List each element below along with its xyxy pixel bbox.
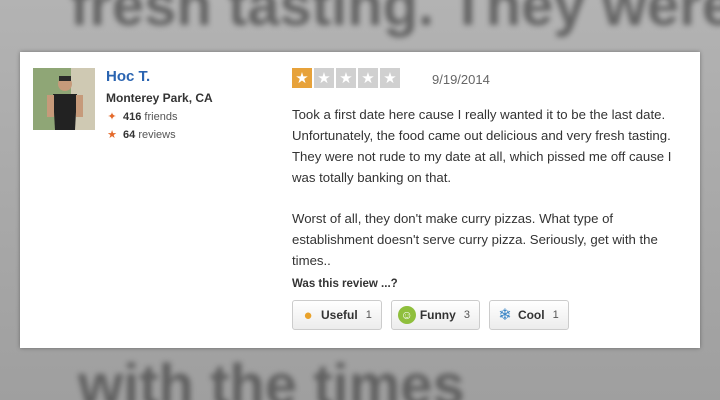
vote-prompt: Was this review ...? <box>292 278 398 290</box>
vote-buttons: ● Useful 1 ☺ Funny 3 ❄ Cool 1 <box>292 300 569 330</box>
cool-button[interactable]: ❄ Cool 1 <box>488 300 569 330</box>
reviews-number: 64 <box>123 128 136 141</box>
reviews-count: ★ 64 reviews <box>106 128 176 142</box>
star-filled-icon: ★ <box>292 68 312 88</box>
star-rating: ★ ★ ★ ★ ★ <box>292 68 400 88</box>
star-empty-icon: ★ <box>336 68 356 88</box>
snowflake-icon: ❄ <box>498 307 512 324</box>
lightbulb-icon: ● <box>303 306 313 324</box>
friends-label: friends <box>144 110 178 123</box>
user-name-link[interactable]: Hoc T. <box>106 68 150 85</box>
friends-number: 416 <box>123 110 142 123</box>
cool-count: 1 <box>552 309 559 321</box>
funny-label: Funny <box>419 308 456 322</box>
useful-label: Useful <box>321 308 358 322</box>
star-empty-icon: ★ <box>314 68 334 88</box>
background-text-top: fresh tasting. They were <box>70 0 720 38</box>
background-text-bottom: with the times <box>78 353 465 400</box>
review-date: 9/19/2014 <box>432 72 490 87</box>
review-card: Hoc T. Monterey Park, CA ✦ 416 friends ★… <box>20 52 700 348</box>
funny-button[interactable]: ☺ Funny 3 <box>390 300 480 330</box>
avatar[interactable] <box>33 68 95 130</box>
friends-count: ✦ 416 friends <box>106 110 178 124</box>
star-empty-icon: ★ <box>358 68 378 88</box>
review-paragraph: Took a first date here cause I really wa… <box>292 107 672 185</box>
funny-count: 3 <box>463 309 470 321</box>
useful-button[interactable]: ● Useful 1 <box>292 300 382 330</box>
smiley-icon: ☺ <box>397 306 416 324</box>
friends-icon: ✦ <box>107 111 117 123</box>
useful-count: 1 <box>365 309 372 321</box>
review-body: Took a first date here cause I really wa… <box>292 104 692 291</box>
review-paragraph: Worst of all, they don't make curry pizz… <box>292 211 658 268</box>
cool-label: Cool <box>517 308 545 322</box>
reviews-label: reviews <box>138 128 176 141</box>
user-location: Monterey Park, CA <box>106 91 213 105</box>
star-empty-icon: ★ <box>380 68 400 88</box>
star-icon: ★ <box>107 129 117 141</box>
